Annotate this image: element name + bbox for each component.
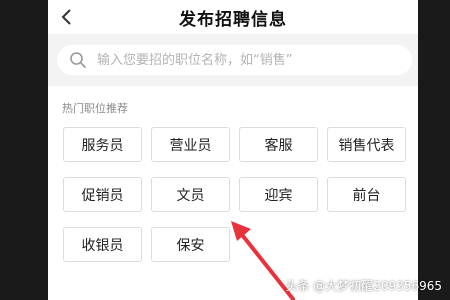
job-tag[interactable]: 文员 [151, 177, 230, 212]
page-title: 发布招聘信息 [179, 10, 287, 30]
job-tag[interactable]: 服务员 [63, 127, 142, 162]
search-box[interactable] [57, 45, 412, 75]
job-tag[interactable]: 迎宾 [239, 177, 318, 212]
job-tag[interactable]: 收银员 [63, 227, 142, 262]
job-tag[interactable]: 销售代表 [327, 127, 406, 162]
watermark-text: 头条 @大梦初醒209356965 [285, 279, 442, 293]
search-input[interactable] [97, 48, 397, 72]
hot-jobs-grid: 服务员 营业员 客服 销售代表 促销员 文员 迎宾 前台 收银员 保安 [63, 127, 406, 262]
job-tag[interactable]: 前台 [327, 177, 406, 212]
job-tag[interactable]: 营业员 [151, 127, 230, 162]
hot-jobs-label: 热门职位推荐 [62, 102, 128, 115]
phone-screen: 发布招聘信息 热门职位推荐 服务员 营业员 客服 销售代表 促销员 文员 迎宾 … [48, 0, 418, 300]
job-tag[interactable]: 保安 [151, 227, 230, 262]
header-bar: 发布招聘信息 [48, 0, 418, 34]
search-area [48, 34, 418, 86]
job-tag[interactable]: 客服 [239, 127, 318, 162]
job-tag[interactable]: 促销员 [63, 177, 142, 212]
search-icon [69, 51, 87, 69]
